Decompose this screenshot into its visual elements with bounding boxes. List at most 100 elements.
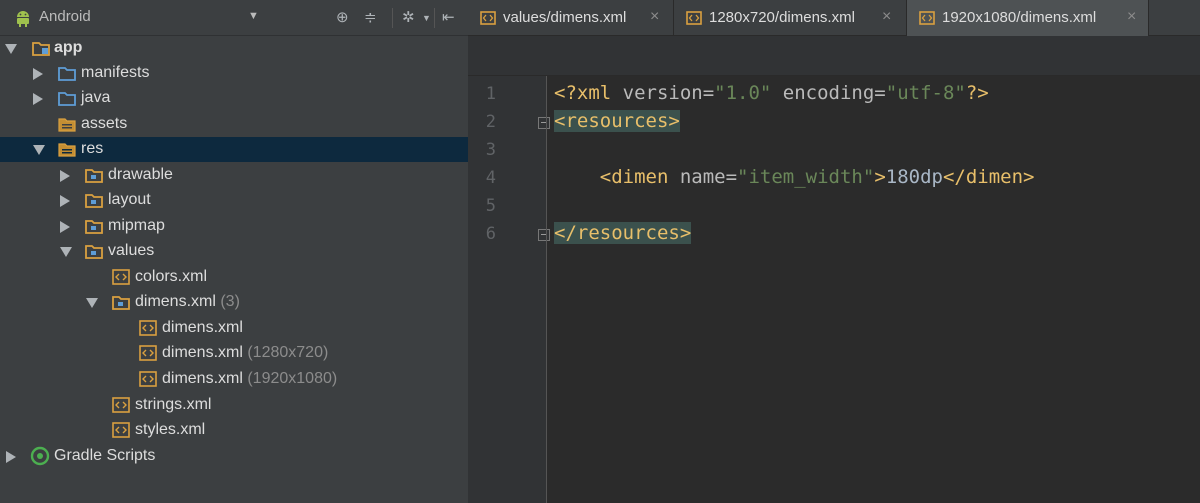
tree-item-mipmap[interactable]: mipmap [0, 214, 468, 239]
resource-folder-icon [58, 118, 76, 132]
tab-values-dimens[interactable]: values/dimens.xml × [468, 0, 674, 36]
tree-item-label: values [108, 242, 155, 259]
fold-marker-icon[interactable] [538, 117, 550, 129]
tab-label: 1280x720/dimens.xml [709, 9, 855, 26]
tree-item-dimens-1920x1080[interactable]: dimens.xml (1920x1080) [0, 367, 468, 392]
collapsed-arrow-icon[interactable] [33, 68, 43, 80]
tree-item-label: dimens.xml (3) [135, 293, 240, 310]
tree-item-strings-xml[interactable]: strings.xml [0, 393, 468, 418]
tree-item-colors-xml[interactable]: colors.xml [0, 265, 468, 290]
hide-panel-icon[interactable]: ⇤ [442, 8, 455, 28]
tree-item-assets[interactable]: assets [0, 112, 468, 137]
close-icon[interactable]: × [882, 8, 891, 26]
folder-icon [85, 194, 103, 208]
tree-item-label: res [81, 140, 104, 157]
tree-item-label: java [81, 89, 111, 106]
close-icon[interactable]: × [1127, 8, 1136, 26]
xml-file-icon [112, 397, 130, 413]
xml-file-icon [139, 320, 157, 336]
project-pane-header: Android ▼ ⊕ ≑ ✲ ▼ ⇤ [0, 0, 468, 36]
tree-item-layout[interactable]: layout [0, 188, 468, 213]
gear-icon[interactable]: ✲ [402, 8, 415, 28]
expanded-arrow-icon[interactable] [5, 44, 17, 54]
collapsed-arrow-icon[interactable] [60, 221, 70, 233]
xml-file-icon [139, 371, 157, 387]
android-studio-window: Android ▼ ⊕ ≑ ✲ ▼ ⇤ app manifests java a… [0, 0, 1200, 503]
folder-icon [112, 296, 130, 310]
xml-file-icon [686, 11, 702, 25]
tree-item-dimens-default[interactable]: dimens.xml [0, 316, 468, 341]
collapsed-arrow-icon[interactable] [60, 195, 70, 207]
expanded-arrow-icon[interactable] [33, 145, 45, 155]
collapsed-arrow-icon[interactable] [33, 93, 43, 105]
folder-icon [85, 245, 103, 259]
tree-item-gradle-scripts[interactable]: Gradle Scripts [0, 444, 468, 469]
folder-icon [58, 92, 76, 106]
tree-item-styles-xml[interactable]: styles.xml [0, 418, 468, 443]
tab-label: values/dimens.xml [503, 9, 627, 26]
tab-1280x720-dimens[interactable]: 1280x720/dimens.xml × [674, 0, 907, 36]
collapse-all-icon[interactable]: ≑ [364, 8, 377, 28]
xml-file-icon [112, 422, 130, 438]
tree-item-java[interactable]: java [0, 86, 468, 111]
tree-item-values[interactable]: values [0, 239, 468, 264]
expanded-arrow-icon[interactable] [60, 247, 72, 257]
toolbar-divider [392, 8, 393, 28]
xml-file-icon [480, 11, 496, 25]
tree-item-label: dimens.xml (1280x720) [162, 344, 329, 361]
editor-gutter: 1 2 3 4 5 6 [468, 76, 550, 503]
editor-tab-bar: values/dimens.xml × 1280x720/dimens.xml … [468, 0, 1200, 36]
code-line-1: <?xml version="1.0" encoding="utf-8"?> [554, 82, 989, 104]
line-number: 6 [485, 224, 496, 244]
collapsed-arrow-icon[interactable] [60, 170, 70, 182]
fold-marker-icon[interactable] [538, 229, 550, 241]
gear-dropdown-icon[interactable]: ▼ [422, 8, 431, 28]
folder-icon [85, 169, 103, 183]
tree-item-label: Gradle Scripts [54, 447, 156, 464]
editor-breadcrumb-bar [468, 36, 1200, 76]
tree-item-label: colors.xml [135, 268, 208, 285]
tree-item-manifests[interactable]: manifests [0, 61, 468, 86]
chevron-down-icon[interactable]: ▼ [248, 10, 259, 22]
tree-item-label: manifests [81, 64, 150, 81]
tree-item-label: mipmap [108, 217, 165, 234]
project-view-selector[interactable]: Android [39, 8, 91, 25]
matched-tag: <resources> [554, 110, 680, 132]
tree-item-dimens-group[interactable]: dimens.xml (3) [0, 290, 468, 315]
code-line-2: <resources> [554, 110, 680, 132]
collapsed-arrow-icon[interactable] [6, 451, 16, 463]
tree-item-label: layout [108, 191, 151, 208]
project-pane: Android ▼ ⊕ ≑ ✲ ▼ ⇤ app manifests java a… [0, 0, 468, 503]
scroll-from-source-icon[interactable]: ⊕ [336, 8, 349, 28]
tree-item-label: dimens.xml (1920x1080) [162, 370, 338, 387]
line-number: 4 [485, 168, 496, 188]
tree-item-drawable[interactable]: drawable [0, 163, 468, 188]
tree-item-label: assets [81, 115, 128, 132]
matched-tag: </resources> [554, 222, 692, 244]
code-line-4: <dimen name="item_width">180dp</dimen> [599, 166, 1035, 188]
folder-icon [85, 220, 103, 234]
tree-item-label: dimens.xml [162, 319, 243, 336]
line-number: 1 [485, 84, 496, 104]
line-number: 2 [485, 112, 496, 132]
tree-item-res[interactable]: res [0, 137, 468, 162]
qualifier-label: (1920x1080) [242, 370, 338, 387]
android-icon [17, 11, 29, 27]
tab-1920x1080-dimens[interactable]: 1920x1080/dimens.xml × [907, 0, 1149, 36]
resource-folder-icon [58, 143, 76, 157]
line-number: 3 [485, 140, 496, 160]
gradle-icon [30, 446, 50, 466]
xml-file-icon [139, 345, 157, 361]
tree-item-dimens-1280x720[interactable]: dimens.xml (1280x720) [0, 341, 468, 366]
qualifier-label: (1280x720) [242, 344, 329, 361]
tree-item-label: drawable [108, 166, 173, 183]
tree-item-label: styles.xml [135, 421, 206, 438]
editor-pane: values/dimens.xml × 1280x720/dimens.xml … [468, 0, 1200, 503]
gutter-divider [546, 76, 547, 503]
expanded-arrow-icon[interactable] [86, 298, 98, 308]
line-number: 5 [485, 196, 496, 216]
folder-icon [58, 67, 76, 81]
tree-item-app[interactable]: app [0, 36, 468, 61]
tab-label: 1920x1080/dimens.xml [942, 9, 1097, 26]
close-icon[interactable]: × [650, 8, 659, 26]
